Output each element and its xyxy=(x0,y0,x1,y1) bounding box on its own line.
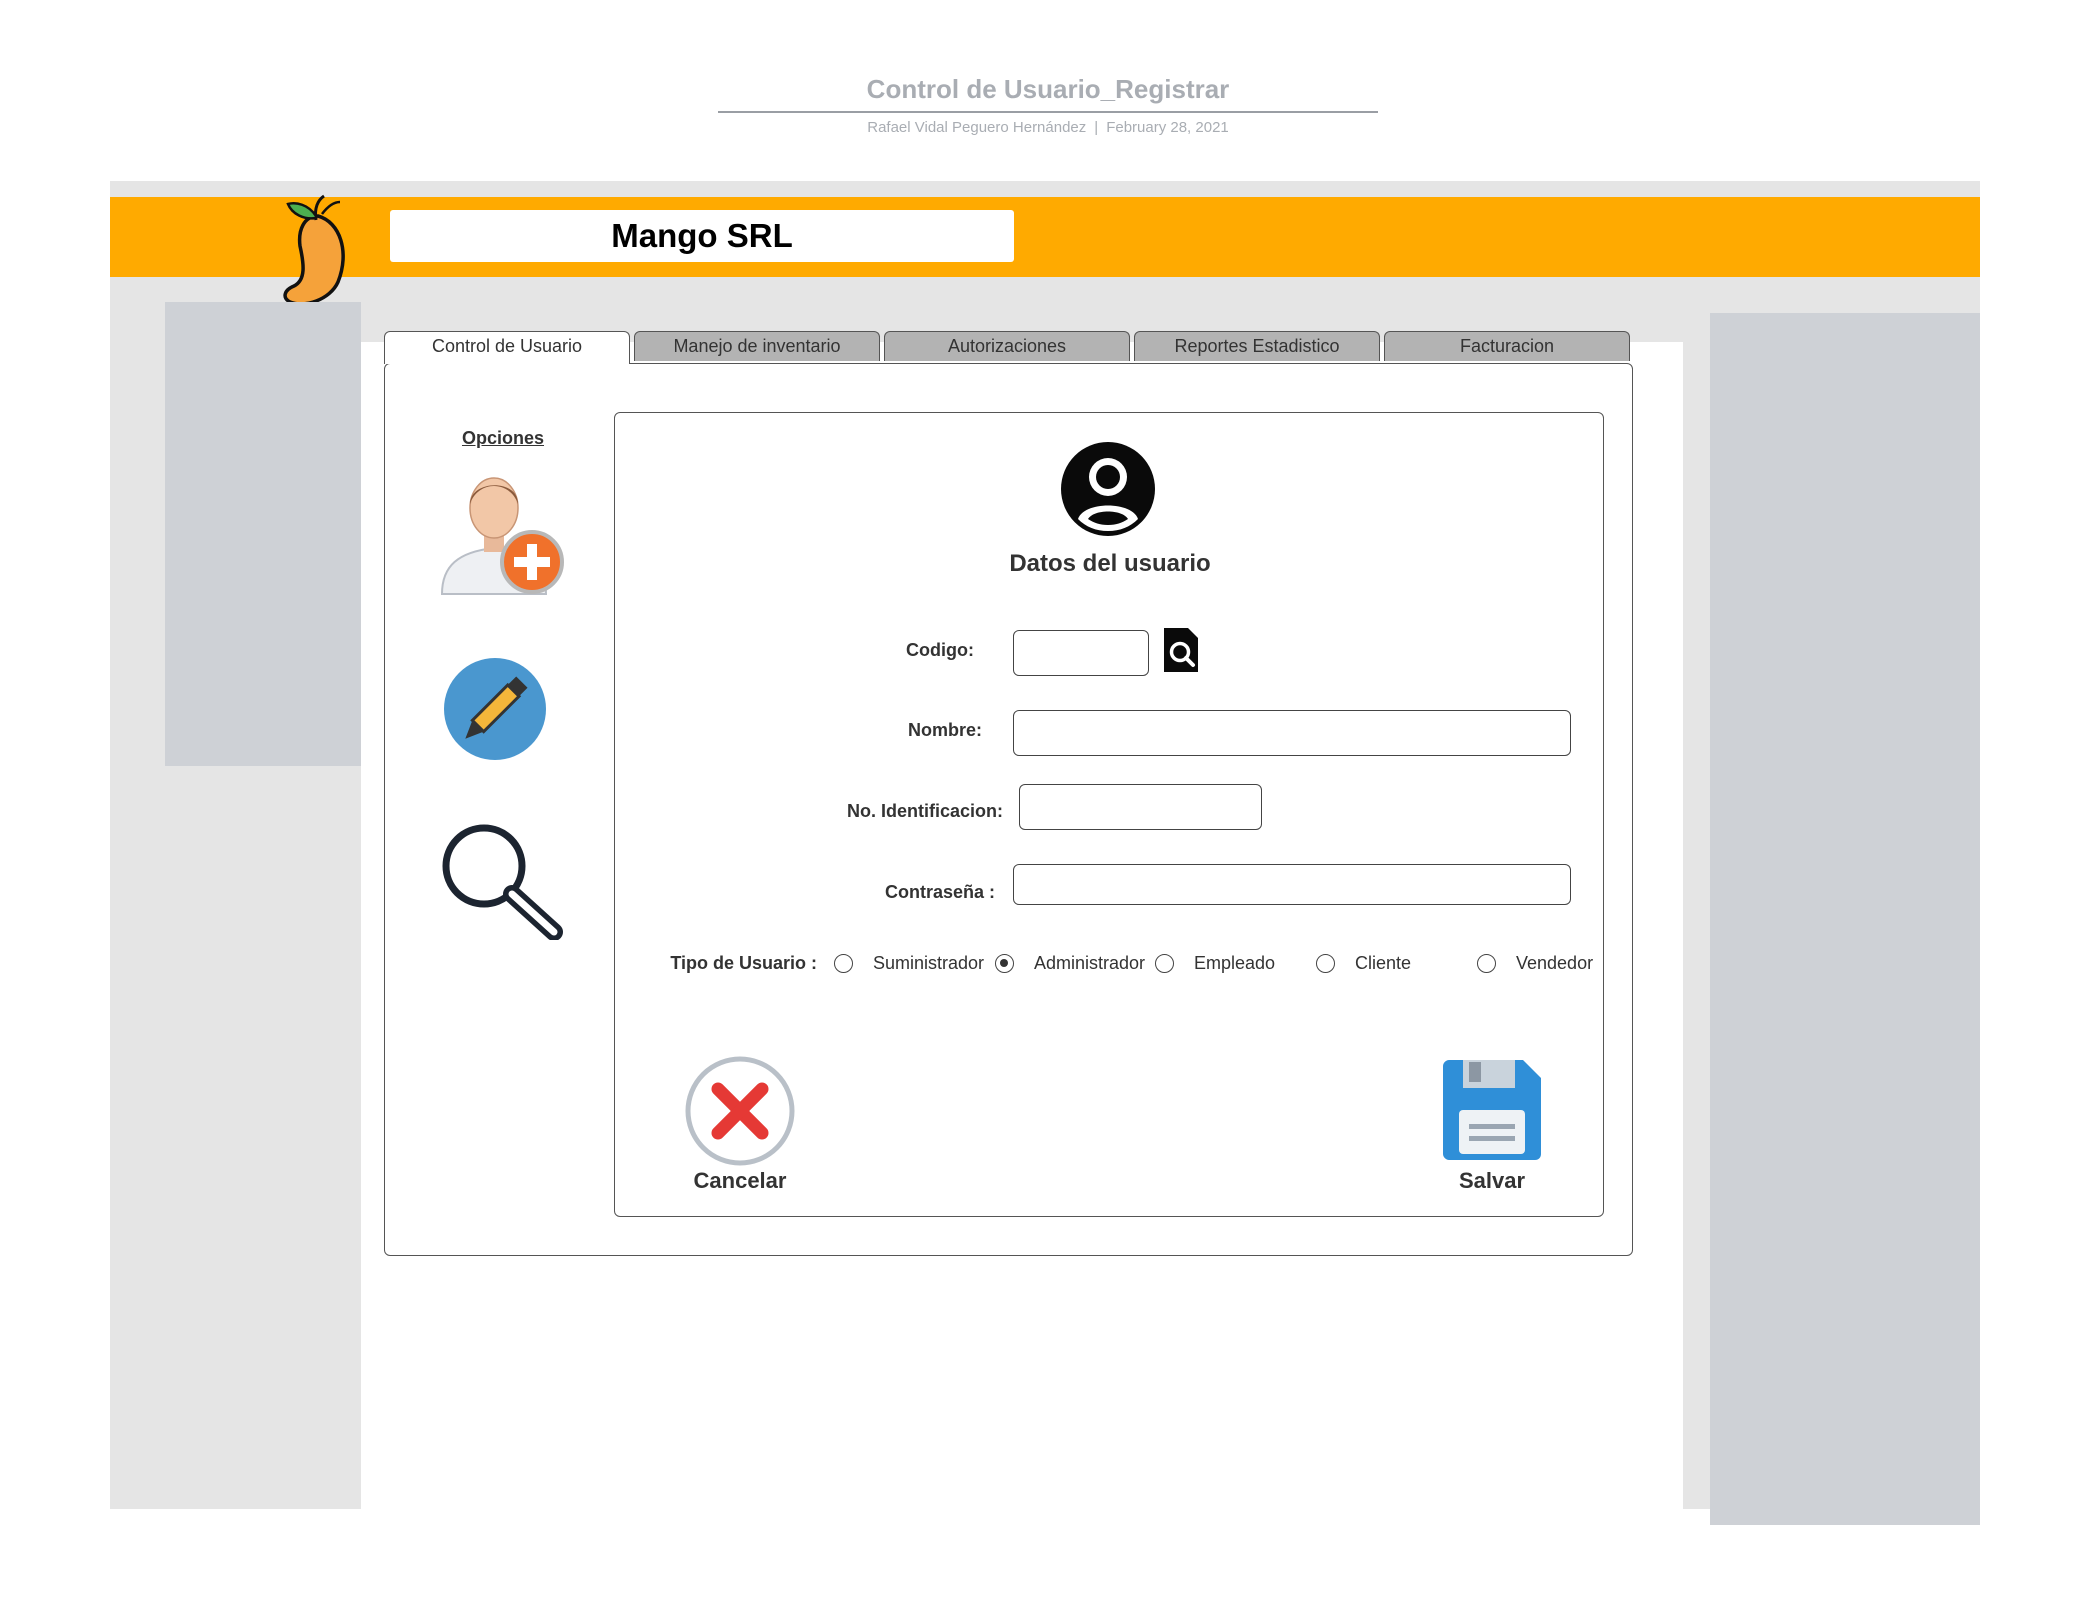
radio-administrador[interactable]: Administrador xyxy=(995,950,1145,976)
tab-control-de-usuario[interactable]: Control de Usuario xyxy=(384,331,630,364)
date-text: February 28, 2021 xyxy=(1106,119,1229,136)
add-user-icon[interactable] xyxy=(438,470,568,598)
nombre-label: Nombre: xyxy=(907,720,982,740)
radio-label: Suministrador xyxy=(873,952,985,973)
contrasena-input[interactable] xyxy=(1013,864,1571,905)
right-side-panel xyxy=(1710,313,1980,1525)
document-subtitle: Rafael Vidal Peguero Hernández | February … xyxy=(718,119,1378,136)
user-circle-icon xyxy=(1061,442,1155,536)
radio-button[interactable] xyxy=(1316,953,1335,973)
left-side-panel xyxy=(165,302,361,766)
radio-label: Cliente xyxy=(1355,952,1412,973)
search-file-icon[interactable] xyxy=(1162,626,1200,674)
tab-autorizaciones[interactable]: Autorizaciones xyxy=(884,331,1130,361)
author-text: Rafael Vidal Peguero Hernández xyxy=(867,119,1087,136)
save-button[interactable]: Salvar xyxy=(1424,1060,1560,1196)
cancel-x-icon xyxy=(685,1056,795,1166)
save-label: Salvar xyxy=(1458,1168,1526,1193)
options-title: Opciones xyxy=(461,428,545,448)
codigo-label: Codigo: xyxy=(906,640,974,660)
radio-button[interactable] xyxy=(1477,953,1496,973)
codigo-input[interactable] xyxy=(1013,630,1149,676)
tipo-usuario-label: Tipo de Usuario : xyxy=(670,953,817,973)
radio-label: Vendedor xyxy=(1516,952,1594,973)
nombre-input[interactable] xyxy=(1013,710,1571,756)
radio-cliente[interactable]: Cliente xyxy=(1316,950,1411,976)
contrasena-label: Contraseña : xyxy=(884,882,995,902)
form-heading: Datos del usuario xyxy=(1009,550,1211,577)
radio-button-selected[interactable] xyxy=(995,953,1014,973)
company-name: Mango SRL xyxy=(390,210,1014,262)
tab-manejo-de-inventario[interactable]: Manejo de inventario xyxy=(634,331,880,361)
radio-label: Empleado xyxy=(1194,952,1276,973)
cancel-label: Cancelar xyxy=(693,1168,787,1193)
radio-button[interactable] xyxy=(1155,953,1174,973)
separator-text: | xyxy=(1094,119,1099,136)
radio-button[interactable] xyxy=(834,953,853,973)
magnifier-icon[interactable] xyxy=(440,824,566,940)
pencil-icon[interactable] xyxy=(443,657,547,761)
identificacion-input[interactable] xyxy=(1019,784,1262,830)
document-title: Control de Usuario_Registrar xyxy=(866,74,1230,104)
identificacion-label: No. Identificacion: xyxy=(846,801,1003,821)
cancel-button[interactable]: Cancelar xyxy=(672,1054,808,1196)
radio-label: Administrador xyxy=(1034,952,1146,973)
title-divider xyxy=(718,111,1378,113)
tab-reportes-estadistico[interactable]: Reportes Estadistico xyxy=(1134,331,1380,361)
tab-facturacion[interactable]: Facturacion xyxy=(1384,331,1630,361)
mango-logo-icon xyxy=(283,194,345,306)
floppy-disk-icon xyxy=(1443,1060,1541,1160)
radio-vendedor[interactable]: Vendedor xyxy=(1477,950,1593,976)
radio-suministrador[interactable]: Suministrador xyxy=(834,950,984,976)
radio-empleado[interactable]: Empleado xyxy=(1155,950,1275,976)
